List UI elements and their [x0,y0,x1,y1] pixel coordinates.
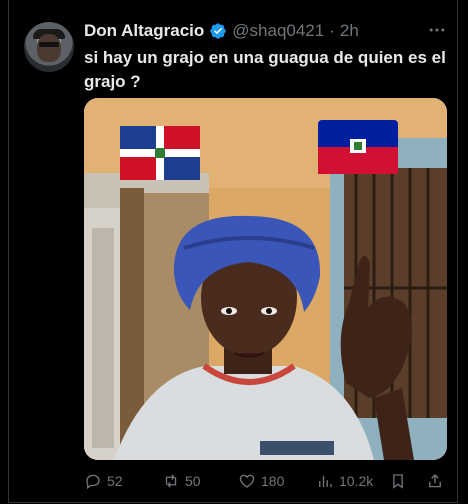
avatar-face [37,34,61,62]
like-count: 180 [261,473,285,489]
tweet-media-video[interactable] [84,98,447,460]
views-chart-icon [319,475,332,487]
tweet-timestamp[interactable]: 2h [340,21,359,41]
more-options-icon[interactable] [425,20,449,40]
dominican-flag-emoji [120,126,200,180]
tweet-text: si hay un grajo en una guagua de quien e… [84,48,446,91]
avatar[interactable] [24,22,74,72]
bookmark-icon [393,474,403,489]
like-button[interactable]: 180 [238,470,284,492]
reply-count: 52 [107,473,123,489]
repost-button[interactable]: 50 [162,470,201,492]
tweet-actions-bar: 52 50 180 10.2k [84,470,450,492]
views-button[interactable]: 10.2k [316,470,373,492]
author-handle[interactable]: @shaq0421 [232,21,324,41]
repost-icon [165,474,177,488]
reply-button[interactable]: 52 [84,470,123,492]
share-icon [429,474,441,488]
tweet-header: Don Altagracio @shaq0421 · 2h [84,18,414,44]
bookmark-button[interactable] [389,470,407,492]
reply-icon [86,474,100,490]
repost-count: 50 [185,473,201,489]
share-button[interactable] [426,470,444,492]
video-frame [84,98,447,460]
views-count: 10.2k [339,473,374,489]
avatar-glasses [39,42,59,47]
haiti-flag-emoji [318,120,398,174]
heart-icon [239,474,255,488]
verified-badge-icon [210,23,226,39]
author-name[interactable]: Don Altagracio [84,21,204,41]
separator-dot: · [329,21,335,40]
